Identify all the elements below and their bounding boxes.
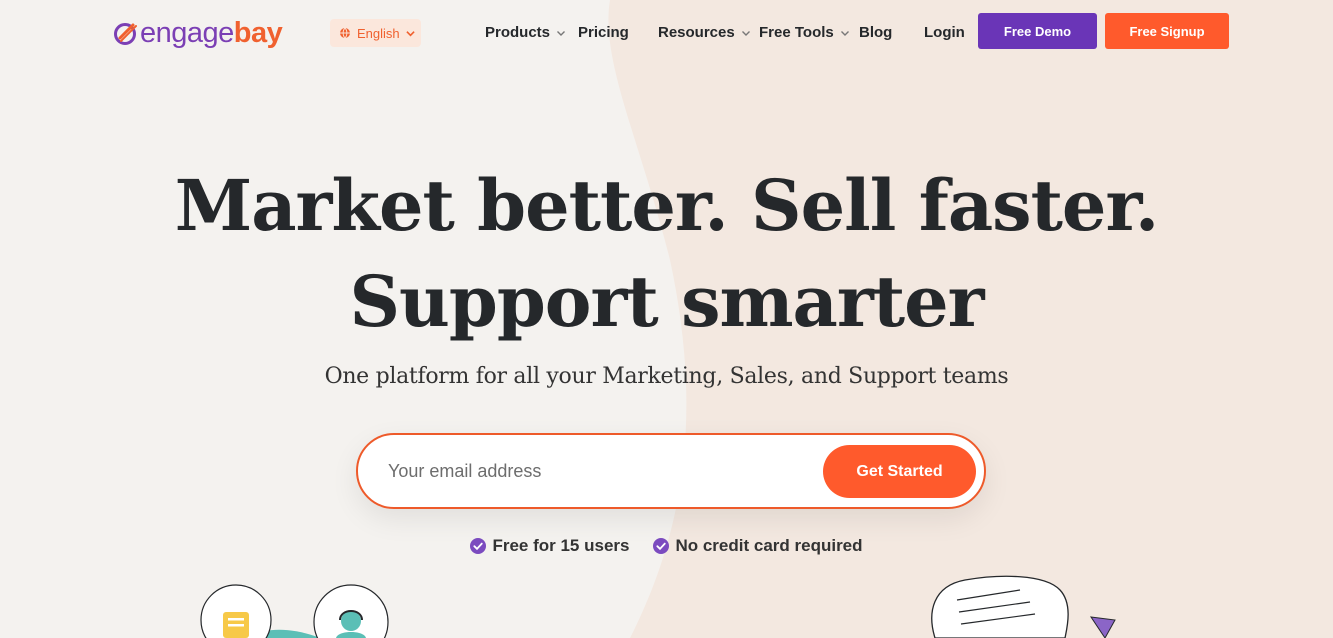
nav-item-label: Pricing bbox=[578, 24, 629, 41]
globe-icon bbox=[340, 27, 350, 39]
email-input[interactable] bbox=[388, 453, 808, 489]
hero-title: Market better. Sell faster. Support smar… bbox=[0, 158, 1333, 350]
logo-text-engage: engage bbox=[140, 16, 234, 49]
nav-item-label: Blog bbox=[859, 24, 893, 41]
nav-item-blog[interactable]: Blog bbox=[859, 24, 924, 41]
chevron-down-icon bbox=[557, 30, 566, 36]
logo-text-bay: bay bbox=[233, 16, 283, 49]
nav-item-login[interactable]: Login bbox=[924, 24, 984, 41]
language-label: English bbox=[357, 25, 400, 41]
nav-item-resources[interactable]: Resources bbox=[658, 24, 759, 41]
hero-title-line-1: Market better. Sell faster. bbox=[174, 164, 1160, 247]
perk-label: No credit card required bbox=[675, 536, 863, 555]
nav-item-label: Free Tools bbox=[759, 24, 834, 41]
perk-label: Free for 15 users bbox=[492, 536, 630, 555]
hero-subtitle: One platform for all your Marketing, Sal… bbox=[324, 364, 1009, 389]
logo-mark-icon bbox=[114, 23, 137, 45]
check-circle-icon bbox=[653, 538, 670, 554]
illustration-left bbox=[200, 584, 389, 638]
site-header: engage bay English Products Pricing Resou… bbox=[0, 0, 1333, 64]
main-nav: Products Pricing Resources Free Tools Bl… bbox=[485, 24, 984, 41]
engagebay-logo[interactable]: engage bay bbox=[113, 16, 283, 50]
chevron-down-icon bbox=[405, 30, 415, 36]
perk-item: No credit card required bbox=[653, 536, 863, 556]
chevron-down-icon bbox=[840, 30, 849, 36]
check-circle-icon bbox=[470, 538, 487, 554]
hero-title-line-2: Support smarter bbox=[349, 260, 984, 343]
email-signup-form: Get Started bbox=[356, 433, 986, 509]
free-demo-button[interactable]: Free Demo bbox=[978, 13, 1097, 49]
nav-item-label: Products bbox=[485, 24, 551, 41]
nav-item-free-tools[interactable]: Free Tools bbox=[759, 24, 859, 41]
perks-list: Free for 15 users No credit card require… bbox=[0, 536, 1333, 556]
free-signup-button[interactable]: Free Signup bbox=[1105, 13, 1229, 49]
nav-item-products[interactable]: Products bbox=[485, 24, 578, 41]
chevron-down-icon bbox=[741, 30, 750, 36]
illustration-chat-bubble bbox=[931, 575, 1116, 638]
nav-item-pricing[interactable]: Pricing bbox=[578, 24, 658, 41]
language-selector[interactable]: English bbox=[330, 19, 421, 47]
nav-item-label: Login bbox=[924, 24, 965, 41]
perk-item: Free for 15 users bbox=[470, 536, 629, 556]
nav-item-label: Resources bbox=[658, 24, 735, 41]
get-started-button[interactable]: Get Started bbox=[823, 445, 976, 498]
